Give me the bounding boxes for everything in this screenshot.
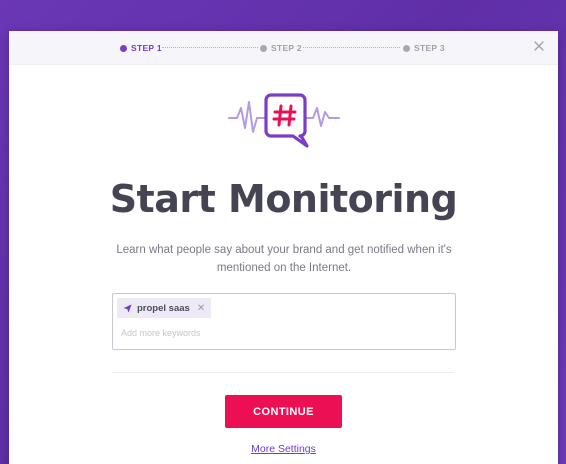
step-2-label: STEP 2 — [271, 43, 302, 53]
keyword-chip: propel saas ✕ — [117, 298, 212, 318]
step-3: STEP 3 — [403, 43, 445, 53]
step-2-dot — [260, 44, 267, 52]
page-title: Start Monitoring — [109, 177, 458, 221]
keywords-field[interactable]: propel saas ✕ — [112, 293, 456, 350]
paper-plane-icon — [123, 303, 132, 313]
hashtag-chat-icon — [228, 93, 340, 148]
start-monitoring-dialog: STEP 1 STEP 2 STEP 3 Start Monitoring Le… — [9, 31, 558, 464]
step-connector-1 — [162, 47, 258, 48]
step-1-dot — [120, 44, 127, 52]
close-icon — [534, 41, 544, 51]
page-subtitle: Learn what people say about your brand a… — [116, 244, 452, 274]
step-3-dot — [403, 44, 410, 52]
step-1-label: STEP 1 — [131, 43, 162, 53]
continue-button[interactable]: CONTINUE — [225, 395, 342, 428]
step-2: STEP 2 — [260, 43, 302, 53]
divider — [112, 372, 454, 373]
remove-keyword-icon[interactable]: ✕ — [197, 303, 205, 314]
keyword-input[interactable] — [121, 328, 441, 338]
keyword-chip-label: propel saas — [137, 302, 190, 314]
step-1: STEP 1 — [120, 43, 162, 53]
close-button[interactable] — [532, 39, 546, 53]
step-progress-bar: STEP 1 STEP 2 STEP 3 — [9, 31, 558, 65]
step-connector-2 — [303, 47, 400, 48]
more-settings-link[interactable]: More Settings — [9, 443, 558, 455]
step-3-label: STEP 3 — [414, 43, 445, 53]
